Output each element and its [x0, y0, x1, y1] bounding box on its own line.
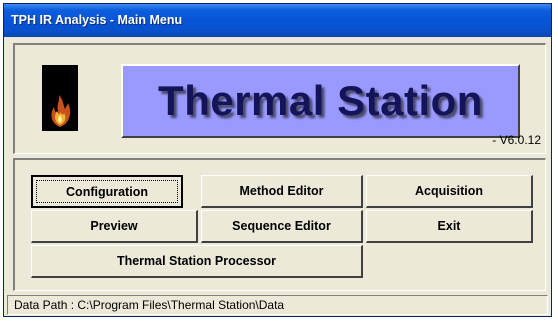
- preview-button-label: Preview: [90, 219, 138, 233]
- exit-button-label: Exit: [437, 219, 461, 233]
- acquisition-button-label: Acquisition: [414, 184, 484, 198]
- configuration-button[interactable]: Configuration: [31, 175, 183, 208]
- method-editor-button-label: Method Editor: [239, 184, 324, 198]
- title-bar[interactable]: TPH IR Analysis - Main Menu: [4, 4, 551, 37]
- status-bar: Data Path : C:\Program Files\Thermal Sta…: [7, 295, 548, 315]
- header-panel: Thermal Station - V6.0.12: [13, 43, 546, 154]
- thermal-station-processor-button[interactable]: Thermal Station Processor: [31, 245, 363, 278]
- product-name: Thermal Station: [158, 77, 483, 124]
- method-editor-button[interactable]: Method Editor: [201, 175, 363, 208]
- processor-button-label: Thermal Station Processor: [116, 254, 277, 268]
- preview-button[interactable]: Preview: [31, 210, 198, 243]
- version-label: - V6.0.12: [492, 133, 541, 147]
- sequence-editor-button-label: Sequence Editor: [232, 219, 331, 233]
- exit-button[interactable]: Exit: [366, 210, 533, 243]
- flame-icon: [42, 65, 78, 131]
- product-banner: Thermal Station: [121, 64, 520, 138]
- data-path-text: Data Path : C:\Program Files\Thermal Sta…: [14, 298, 285, 312]
- acquisition-button[interactable]: Acquisition: [366, 175, 533, 208]
- focus-rectangle: [36, 180, 178, 203]
- sequence-editor-button[interactable]: Sequence Editor: [201, 210, 363, 243]
- main-menu-window: TPH IR Analysis - Main Menu Thermal Stat…: [3, 3, 552, 317]
- button-panel: Configuration Method Editor Acquisition …: [13, 158, 546, 291]
- window-title: TPH IR Analysis - Main Menu: [11, 13, 183, 27]
